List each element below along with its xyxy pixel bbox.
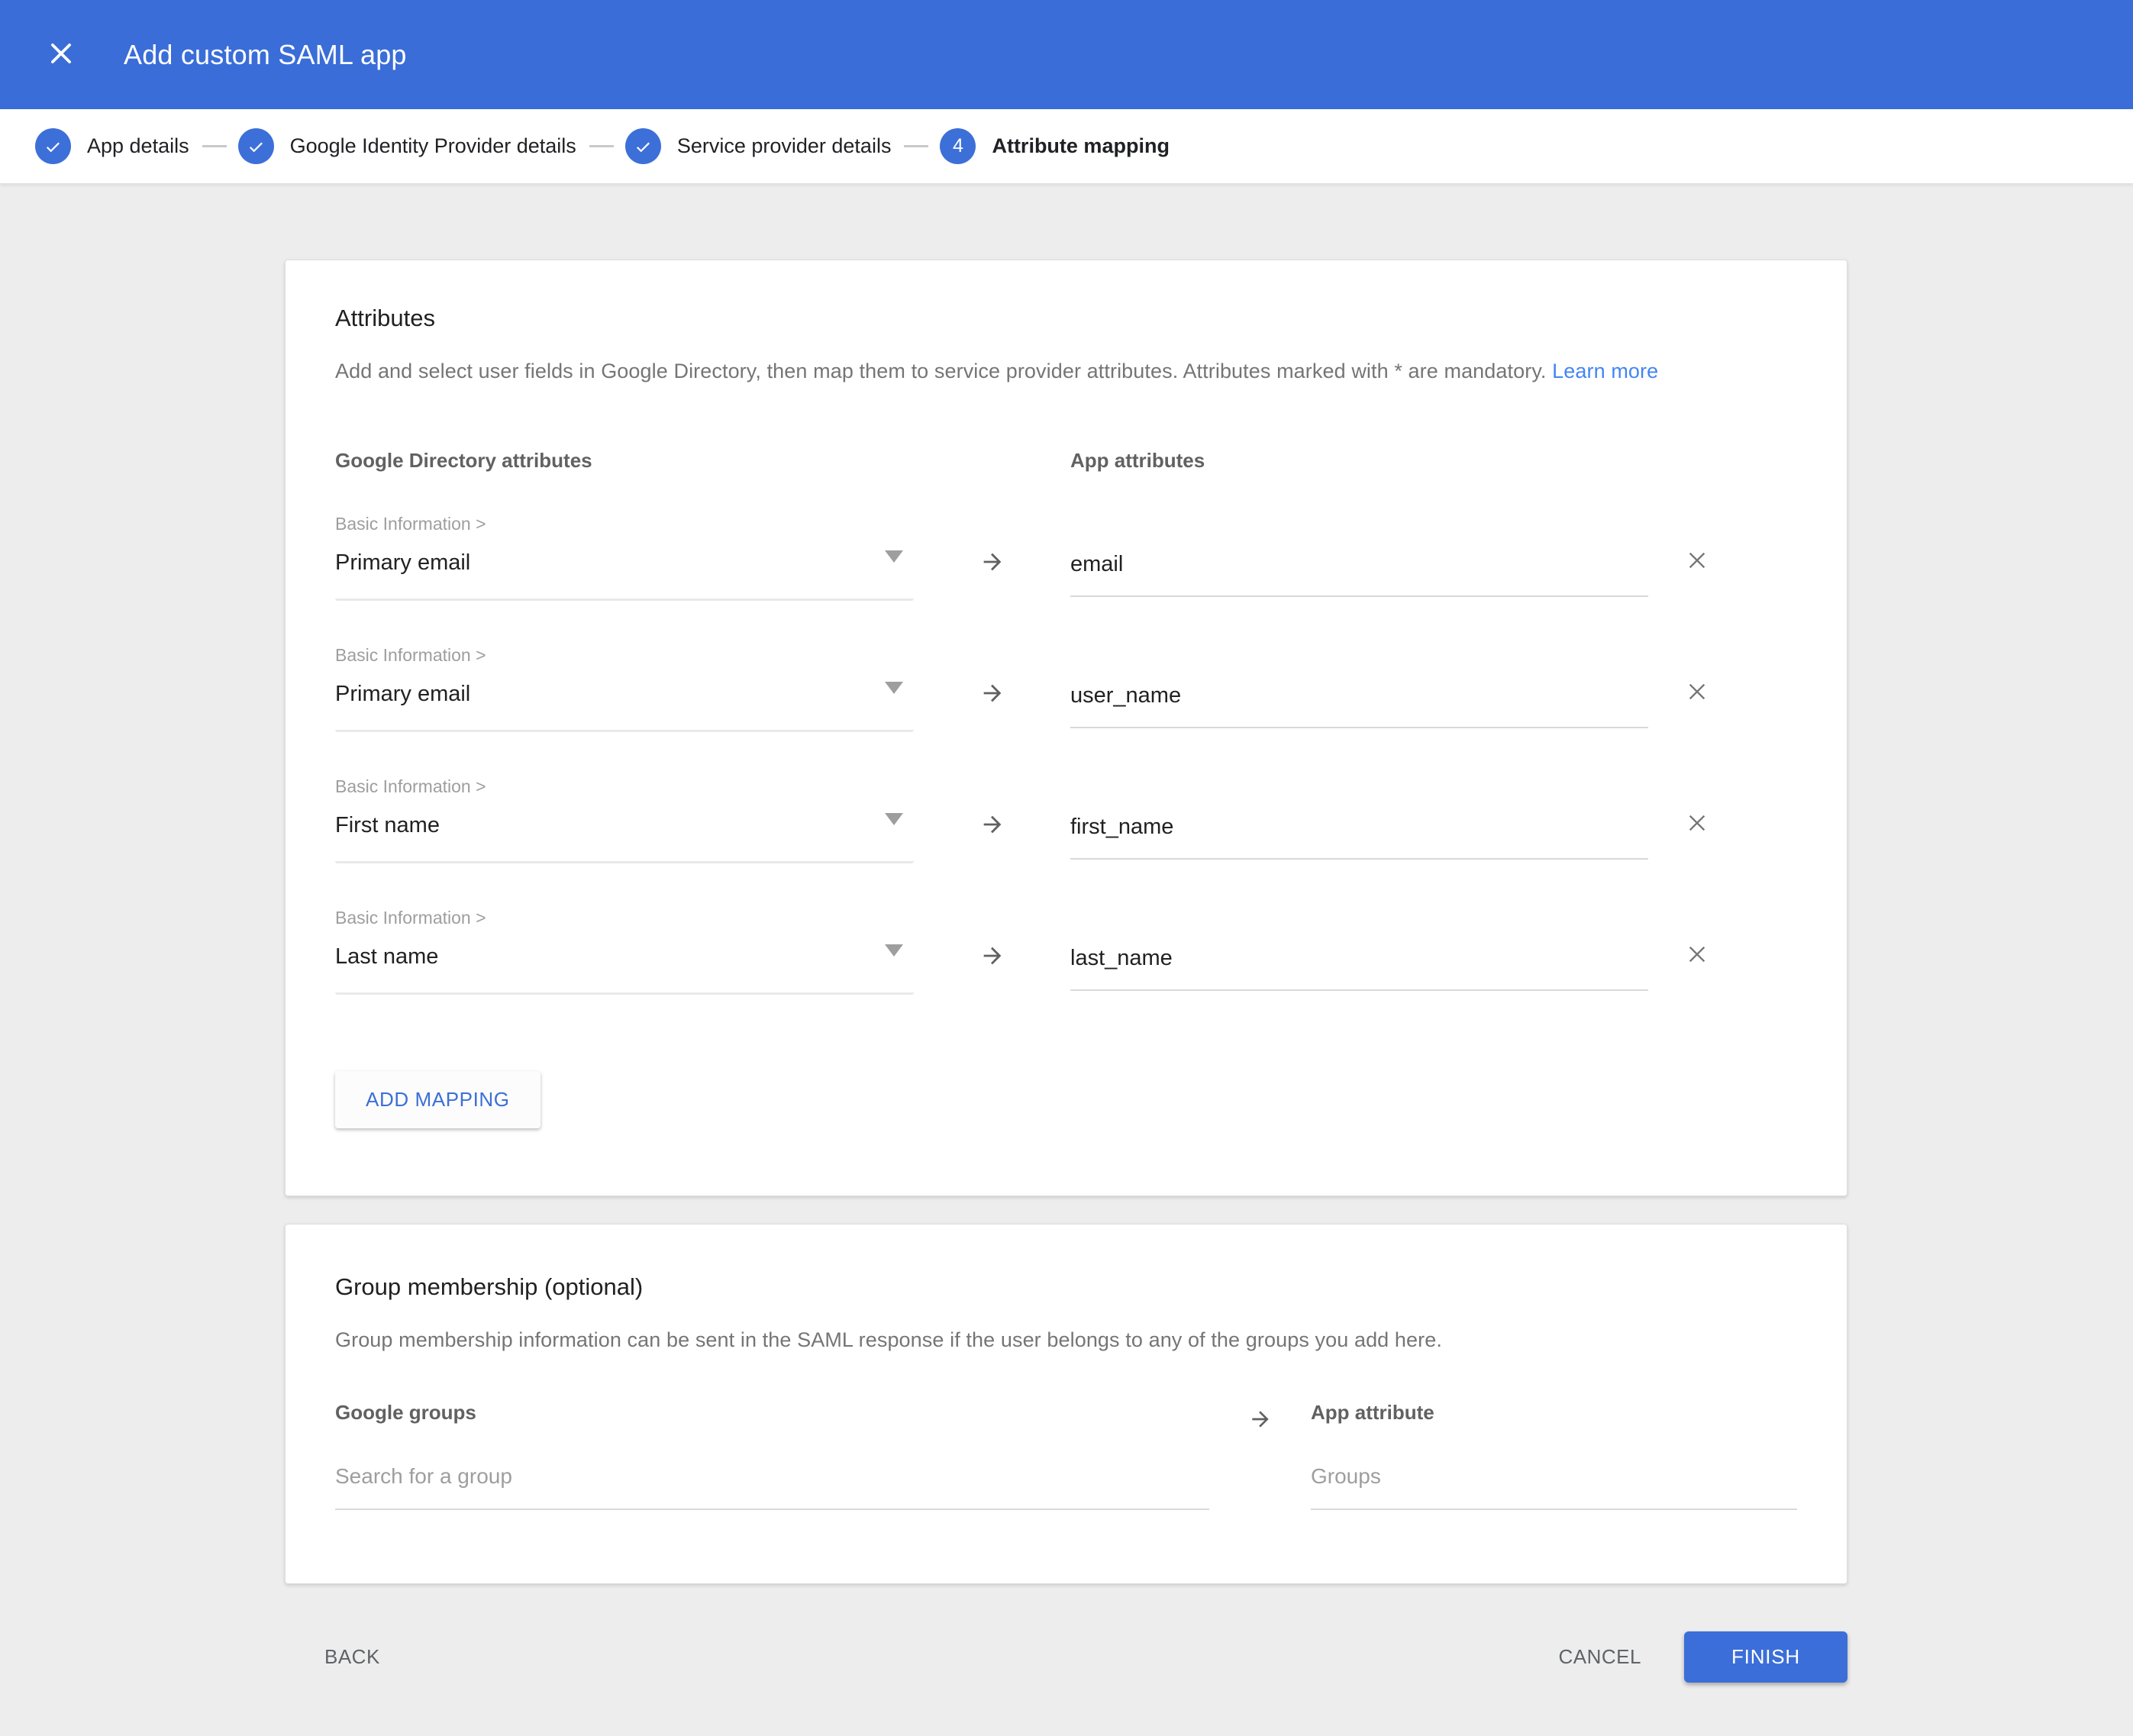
app-attributes-header: App attributes [1070, 449, 1648, 473]
directory-attribute-value: First name [335, 815, 440, 837]
add-mapping-button[interactable]: ADD MAPPING [335, 1071, 541, 1128]
arrow-right-icon [914, 647, 1070, 732]
step-connector [589, 145, 614, 147]
attributes-card-title: Attributes [335, 305, 1796, 332]
group-search-input[interactable] [335, 1460, 1209, 1510]
directory-attribute-dropdown[interactable]: Primary email [335, 683, 914, 732]
google-groups-header: Google groups [335, 1401, 1209, 1425]
cancel-button[interactable]: CANCEL [1544, 1633, 1657, 1681]
check-icon [625, 128, 661, 164]
learn-more-link[interactable]: Learn more [1552, 360, 1658, 382]
step-label: Attribute mapping [992, 134, 1169, 158]
app-attribute-input[interactable] [1070, 531, 1648, 597]
arrow-right-icon [914, 909, 1070, 995]
back-button[interactable]: BACK [309, 1633, 395, 1681]
chevron-down-icon [885, 682, 903, 694]
finish-button[interactable]: FINISH [1684, 1631, 1847, 1683]
step-app-details[interactable]: App details [35, 128, 189, 164]
close-icon [1685, 942, 1709, 969]
step-connector [202, 145, 227, 147]
close-icon [1685, 679, 1709, 706]
directory-attribute-value: Primary email [335, 683, 470, 705]
mapping-row: Basic Information > Last name [335, 909, 1796, 995]
delete-mapping-button[interactable] [1683, 810, 1711, 837]
app-attribute-input[interactable] [1070, 662, 1648, 728]
app-attribute-input[interactable] [1070, 793, 1648, 860]
directory-category-label: Basic Information > [335, 778, 914, 795]
step-google-idp-details[interactable]: Google Identity Provider details [238, 128, 576, 164]
step-service-provider-details[interactable]: Service provider details [625, 128, 892, 164]
delete-mapping-button[interactable] [1683, 941, 1711, 969]
close-icon [1685, 548, 1709, 575]
group-membership-card: Group membership (optional) Group member… [285, 1224, 1847, 1584]
close-icon [1685, 811, 1709, 837]
group-mapping-row: Google groups App attribute [335, 1401, 1796, 1510]
chevron-down-icon [885, 550, 903, 563]
google-directory-attributes-header: Google Directory attributes [335, 449, 914, 473]
close-icon [47, 39, 76, 70]
arrow-right-icon [914, 515, 1070, 601]
directory-attribute-dropdown[interactable]: Primary email [335, 552, 914, 601]
column-headers: Google Directory attributes App attribut… [335, 449, 1796, 473]
directory-category-label: Basic Information > [335, 909, 914, 927]
page-content: Attributes Add and select user fields in… [0, 184, 2133, 1683]
stepper: App details Google Identity Provider det… [0, 109, 2133, 184]
close-button[interactable] [44, 38, 78, 72]
directory-attribute-value: Primary email [335, 552, 470, 574]
attributes-description-text: Add and select user fields in Google Dir… [335, 360, 1547, 382]
directory-attribute-value: Last name [335, 946, 438, 968]
step-attribute-mapping[interactable]: 4 Attribute mapping [940, 128, 1169, 164]
attributes-card: Attributes Add and select user fields in… [285, 260, 1847, 1196]
mapping-row: Basic Information > Primary email [335, 647, 1796, 732]
directory-category-label: Basic Information > [335, 515, 914, 533]
group-membership-description: Group membership information can be sent… [335, 1328, 1796, 1352]
groups-attribute-input[interactable] [1311, 1460, 1797, 1510]
dialog-title: Add custom SAML app [124, 39, 407, 71]
mapping-row: Basic Information > Primary email [335, 515, 1796, 601]
step-connector [904, 145, 928, 147]
directory-attribute-dropdown[interactable]: Last name [335, 946, 914, 995]
check-icon [238, 128, 274, 164]
step-label: Service provider details [677, 134, 892, 158]
app-attribute-header: App attribute [1311, 1401, 1797, 1425]
step-number-badge: 4 [940, 128, 976, 164]
directory-category-label: Basic Information > [335, 647, 914, 664]
arrow-right-icon [914, 778, 1070, 863]
step-label: Google Identity Provider details [290, 134, 576, 158]
delete-mapping-button[interactable] [1683, 679, 1711, 706]
delete-mapping-button[interactable] [1683, 547, 1711, 575]
footer-actions: BACK CANCEL FINISH [285, 1631, 1847, 1683]
chevron-down-icon [885, 944, 903, 957]
directory-attribute-dropdown[interactable]: First name [335, 815, 914, 863]
chevron-down-icon [885, 813, 903, 825]
check-icon [35, 128, 71, 164]
app-attribute-input[interactable] [1070, 924, 1648, 991]
arrow-right-icon [1209, 1401, 1311, 1510]
appbar: Add custom SAML app [0, 0, 2133, 109]
group-membership-title: Group membership (optional) [335, 1273, 1796, 1301]
step-label: App details [87, 134, 189, 158]
attributes-card-description: Add and select user fields in Google Dir… [335, 360, 1796, 383]
mapping-row: Basic Information > First name [335, 778, 1796, 863]
